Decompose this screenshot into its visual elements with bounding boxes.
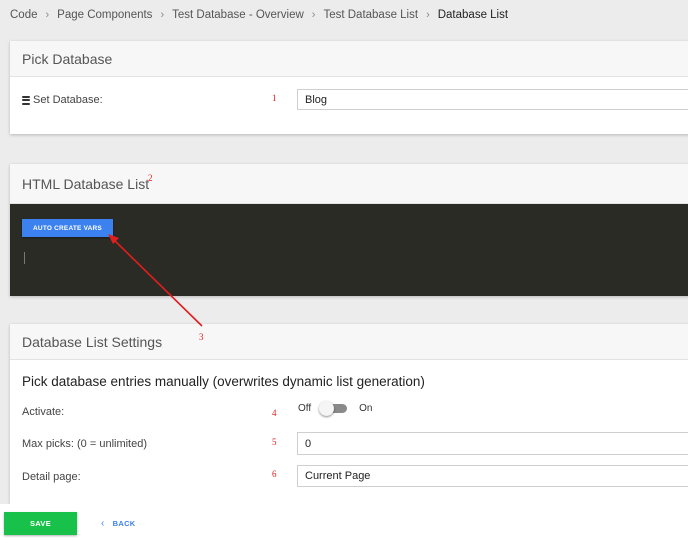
max-picks-input[interactable]: 0	[297, 432, 688, 455]
breadcrumb: Code › Page Components › Test Database -…	[10, 6, 508, 24]
detail-page-row: Detail page:	[22, 471, 81, 483]
detail-page-label: Detail page:	[22, 471, 81, 483]
html-database-list-card: HTML Database List 2 AUTO CREATE VARS	[10, 164, 688, 296]
chevron-right-icon: ›	[45, 9, 50, 21]
back-label: BACK	[112, 519, 136, 528]
chevron-right-icon: ›	[160, 9, 165, 21]
save-button[interactable]: SAVE	[4, 512, 77, 535]
card-title: HTML Database List	[10, 164, 688, 204]
footer-bar: SAVE ‹ BACK	[0, 504, 688, 542]
auto-create-vars-button[interactable]: AUTO CREATE VARS	[22, 219, 113, 237]
set-database-row: Set Database:	[22, 94, 103, 106]
max-picks-row: Max picks: (0 = unlimited)	[22, 438, 147, 450]
chevron-left-icon: ‹	[101, 518, 105, 529]
breadcrumb-item-test-database-overview[interactable]: Test Database - Overview	[172, 9, 304, 21]
annotation-marker: 3	[199, 332, 204, 342]
annotation-marker: 2	[148, 173, 153, 183]
activate-row: Activate:	[22, 406, 64, 418]
chevron-right-icon: ›	[311, 9, 316, 21]
set-database-label: Set Database:	[33, 94, 103, 106]
max-picks-label: Max picks: (0 = unlimited)	[22, 438, 148, 450]
chevron-right-icon: ›	[426, 9, 430, 21]
annotation-marker: 6	[272, 469, 277, 479]
back-button[interactable]: ‹ BACK	[101, 518, 136, 529]
breadcrumb-item-test-database-list[interactable]: Test Database List	[323, 9, 418, 21]
toggle-off-label: Off	[298, 402, 312, 414]
toggle-knob	[319, 401, 335, 416]
activate-toggle-group: Off On	[298, 401, 373, 416]
breadcrumb-item-current: Database List	[437, 9, 509, 21]
card-title: Pick Database	[10, 41, 688, 77]
section-title: Pick database entries manually (overwrit…	[22, 374, 425, 389]
editor-cursor	[24, 252, 25, 264]
database-icon	[22, 95, 30, 105]
card-title: Database List Settings	[10, 324, 688, 360]
code-editor[interactable]: AUTO CREATE VARS	[10, 204, 688, 296]
breadcrumb-item-page-components[interactable]: Page Components	[57, 9, 152, 21]
breadcrumb-item-code[interactable]: Code	[10, 9, 38, 21]
pick-database-card: Pick Database Set Database: 1 Blog	[10, 41, 688, 134]
activate-label: Activate:	[22, 406, 65, 418]
annotation-marker: 4	[272, 408, 277, 418]
annotation-marker: 1	[272, 93, 277, 103]
activate-toggle[interactable]	[319, 401, 348, 416]
database-list-settings-card: Database List Settings Pick database ent…	[10, 324, 688, 504]
toggle-on-label: On	[359, 402, 373, 414]
set-database-select[interactable]: Blog	[297, 89, 688, 110]
annotation-marker: 5	[272, 437, 277, 447]
detail-page-select[interactable]: Current Page	[297, 465, 688, 487]
